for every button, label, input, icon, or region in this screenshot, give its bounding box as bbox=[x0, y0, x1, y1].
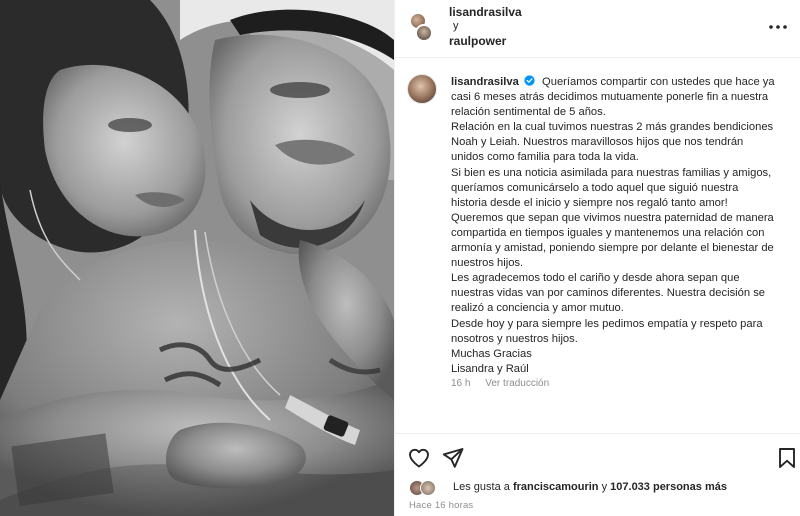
likes-connector: y bbox=[601, 481, 608, 493]
post-details-panel: lisandrasilva y raulpower lisandrasilva … bbox=[394, 0, 800, 516]
caption-line: relación sentimental de 5 años. bbox=[451, 106, 606, 119]
caption-line: armonía y amistad, poniendo siempre por … bbox=[451, 242, 774, 255]
caption-username-link[interactable]: lisandrasilva bbox=[451, 76, 519, 88]
more-options-icon[interactable] bbox=[767, 17, 789, 37]
caption-line: Si bien es una noticia asimilada para nu… bbox=[451, 166, 772, 179]
collab-avatars[interactable] bbox=[409, 12, 433, 42]
caption-line: Desde hoy y para siempre les pedimos emp… bbox=[451, 317, 763, 330]
caption-line: nosotros y nuestros hijos. bbox=[451, 332, 578, 345]
likes-text: Les gusta a franciscamourin y 107.033 pe… bbox=[453, 481, 727, 493]
caption-line: Les agradecemos todo el cariño y desde a… bbox=[451, 272, 740, 285]
post-timestamp[interactable]: Hace 16 horas bbox=[409, 500, 473, 511]
caption-line: compartida en tiempos iguales y mantenem… bbox=[451, 226, 765, 239]
caption-line: nuestros hijos. bbox=[451, 257, 524, 270]
caption-line: Lisandra y Raúl bbox=[451, 362, 529, 375]
likes-count-link[interactable]: 107.033 personas más bbox=[610, 481, 727, 493]
collab-conjunction: y bbox=[453, 20, 459, 32]
share-icon[interactable] bbox=[441, 446, 465, 470]
caption-line: queríamos comunicárselo a todo aquel que… bbox=[451, 181, 739, 194]
collaborator-username-link[interactable]: raulpower bbox=[449, 34, 506, 48]
caption-line: Noah y Leiah. Nuestros maravillosos hijo… bbox=[451, 136, 744, 149]
heart-icon[interactable] bbox=[407, 446, 431, 470]
caption-line: Queremos que sepan que vivimos nuestra p… bbox=[451, 211, 774, 224]
post-photo[interactable] bbox=[0, 0, 394, 516]
likes-summary: Les gusta a franciscamourin y 107.033 pe… bbox=[395, 476, 800, 498]
likes-prefix: Les gusta a bbox=[453, 481, 510, 493]
liker-avatars bbox=[409, 480, 441, 496]
caption-line: Muchas Gracias bbox=[451, 347, 532, 360]
caption-line: casi 6 meses atrás decidimos mutuamente … bbox=[451, 91, 769, 104]
couple-photo-image bbox=[0, 0, 394, 516]
caption-line: realizó a conciencia y amor mutuo. bbox=[451, 302, 624, 315]
caption-line: Queríamos compartir con ustedes que hace… bbox=[542, 76, 775, 88]
avatar[interactable] bbox=[415, 24, 433, 42]
post-header: lisandrasilva y raulpower bbox=[395, 0, 800, 58]
bookmark-icon[interactable] bbox=[775, 446, 799, 470]
caption-section: lisandrasilva Queríamos compartir con us… bbox=[395, 58, 800, 434]
liker-username-link[interactable]: franciscamourin bbox=[513, 481, 599, 493]
caption-meta: 16 h Ver traducción bbox=[451, 378, 549, 389]
post-actions bbox=[395, 434, 800, 478]
caption-text: lisandrasilva Queríamos compartir con us… bbox=[451, 75, 793, 377]
see-translation-link[interactable]: Ver traducción bbox=[485, 378, 549, 389]
author-username-link[interactable]: lisandrasilva bbox=[449, 5, 522, 19]
caption-line: Relación en la cual tuvimos nuestras 2 m… bbox=[451, 121, 774, 134]
verified-badge-icon bbox=[524, 75, 535, 86]
caption-time[interactable]: 16 h bbox=[451, 378, 470, 389]
avatar[interactable] bbox=[420, 480, 436, 496]
caption-line: nuestras vidas van por caminos diferente… bbox=[451, 287, 766, 300]
caption-line: historia desde el inicio y siempre nos r… bbox=[451, 196, 728, 209]
avatar[interactable] bbox=[407, 74, 437, 104]
caption-line: unidos como familia para toda la vida. bbox=[451, 151, 639, 164]
